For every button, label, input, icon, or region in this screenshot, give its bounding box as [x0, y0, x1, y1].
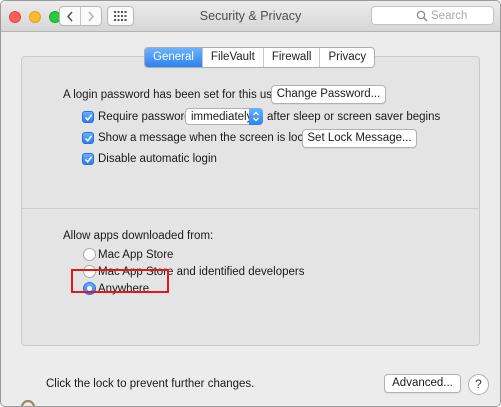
password-delay-value: immediately [191, 111, 253, 123]
general-panel: A login password has been set for this u… [21, 56, 480, 346]
lock-icon[interactable] [17, 399, 39, 406]
minimize-button[interactable] [29, 11, 41, 23]
chevron-left-icon [66, 11, 73, 21]
show-message-label: Show a message when the screen is locked [98, 132, 322, 144]
tab-privacy[interactable]: Privacy [319, 48, 374, 67]
tab-general[interactable]: General [145, 48, 202, 67]
tab-filevault[interactable]: FileVault [201, 48, 263, 67]
preferences-window: Security & Privacy General FileVault Fir… [0, 0, 501, 407]
close-button[interactable] [9, 11, 21, 23]
grid-icon [114, 11, 127, 21]
title-bar: Security & Privacy [1, 1, 500, 32]
disable-auto-login-checkbox[interactable] [82, 153, 94, 165]
advanced-button[interactable]: Advanced... [384, 374, 461, 393]
set-lock-message-button[interactable]: Set Lock Message... [302, 129, 417, 148]
search-icon [416, 10, 428, 22]
radio-mac-app-store-label: Mac App Store [98, 249, 174, 261]
allow-apps-heading: Allow apps downloaded from: [63, 230, 214, 242]
show-message-checkbox[interactable] [82, 132, 94, 144]
help-button[interactable]: ? [468, 374, 489, 395]
checkmark-icon [84, 156, 93, 164]
navigation-buttons [59, 6, 102, 26]
forward-button[interactable] [80, 7, 101, 25]
radio-mac-app-store[interactable] [83, 248, 96, 261]
checkmark-icon [84, 135, 93, 143]
tab-bar: General FileVault Firewall Privacy [144, 47, 376, 68]
content-area: General FileVault Firewall Privacy A log… [1, 32, 500, 406]
up-down-arrows-icon [249, 108, 263, 125]
search-input[interactable] [431, 8, 489, 23]
highlight-box [71, 269, 169, 293]
change-password-button[interactable]: Change Password... [271, 85, 386, 104]
back-button[interactable] [60, 7, 80, 25]
disable-auto-login-label: Disable automatic login [98, 153, 217, 165]
chevron-right-icon [88, 11, 95, 21]
section-divider [22, 208, 479, 209]
lock-hint-text: Click the lock to prevent further change… [46, 378, 255, 390]
require-password-checkbox[interactable] [82, 111, 94, 123]
login-password-text: A login password has been set for this u… [63, 89, 283, 101]
require-password-suffix: after sleep or screen saver begins [267, 111, 441, 123]
require-password-label: Require password [98, 111, 191, 123]
search-field[interactable] [371, 6, 494, 25]
tab-firewall[interactable]: Firewall [262, 48, 320, 67]
password-delay-select[interactable]: immediately [185, 108, 263, 125]
checkmark-icon [84, 114, 93, 122]
show-all-button[interactable] [107, 6, 134, 26]
